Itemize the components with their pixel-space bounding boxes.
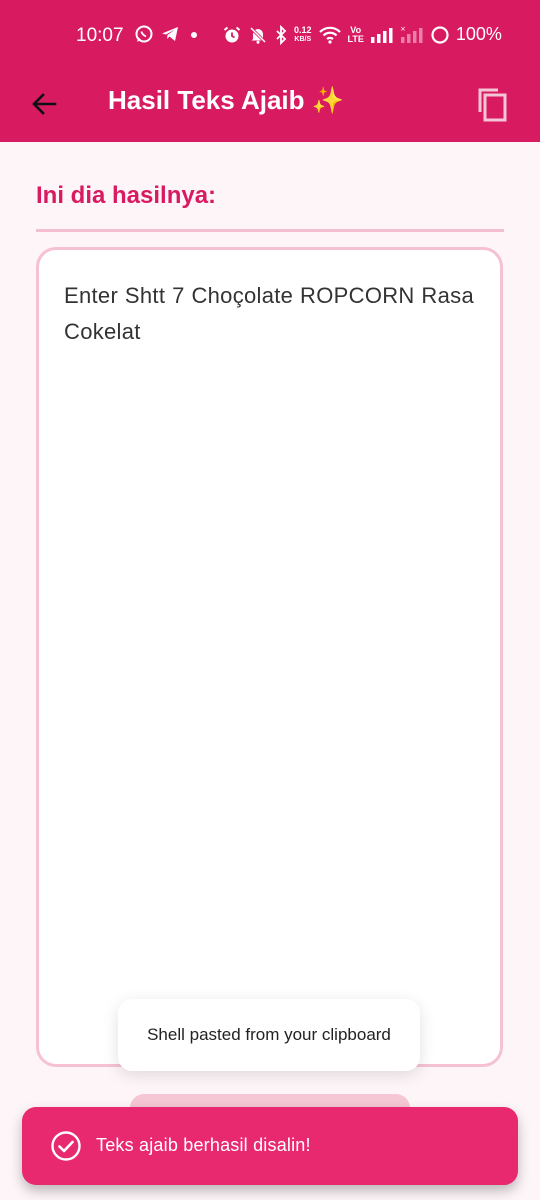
arrow-back-icon: [32, 93, 57, 115]
alarm-icon: [223, 26, 241, 42]
net-speed: 0.12 KB/S: [294, 24, 312, 44]
battery-percent: 100%: [455, 24, 502, 44]
page-title: Hasil Teks Ajaib ✨: [108, 85, 345, 115]
divider: [36, 229, 504, 232]
dot-icon: [191, 32, 197, 38]
bluetooth-icon: [276, 24, 287, 45]
result-heading: Ini dia hasilnya:: [36, 182, 217, 209]
result-text[interactable]: Enter Shtt 7 Choçolate ROPCORN Rasa Coke…: [64, 278, 474, 350]
status-time: 10:07: [76, 25, 124, 46]
app-bar: Hasil Teks Ajaib ✨: [0, 70, 540, 142]
battery-icon: [431, 25, 449, 44]
notification-icons: [134, 24, 202, 44]
clipboard-toast: Shell pasted from your clipboard: [118, 999, 420, 1071]
svg-text:×: ×: [400, 25, 406, 33]
check-circle-icon: [51, 1131, 81, 1161]
wifi-icon: [318, 26, 341, 44]
copy-button[interactable]: [470, 82, 514, 126]
system-icons: 0.12 KB/S Vo LTE × 100%: [222, 24, 502, 45]
volte-bottom: LTE: [347, 33, 364, 44]
result-card: Enter Shtt 7 Choçolate ROPCORN Rasa Coke…: [36, 247, 503, 1067]
mute-icon: [249, 26, 267, 44]
back-button[interactable]: [24, 84, 64, 124]
copy-icon: [478, 88, 507, 122]
signal-secondary-icon: ×: [400, 25, 423, 43]
volte-indicator: Vo LTE: [347, 25, 364, 44]
snackbar-message: Teks ajaib berhasil disalin!: [96, 1135, 311, 1155]
net-speed-unit: KB/S: [294, 35, 312, 43]
net-speed-value: 0.12: [294, 24, 312, 35]
status-bar: 10:07 0.12 KB/S Vo LTE × 100%: [0, 0, 540, 70]
telegram-icon: [162, 27, 178, 41]
snackbar: Teks ajaib berhasil disalin!: [22, 1107, 518, 1185]
whatsapp-icon: [135, 25, 153, 43]
signal-icon: [370, 27, 393, 43]
